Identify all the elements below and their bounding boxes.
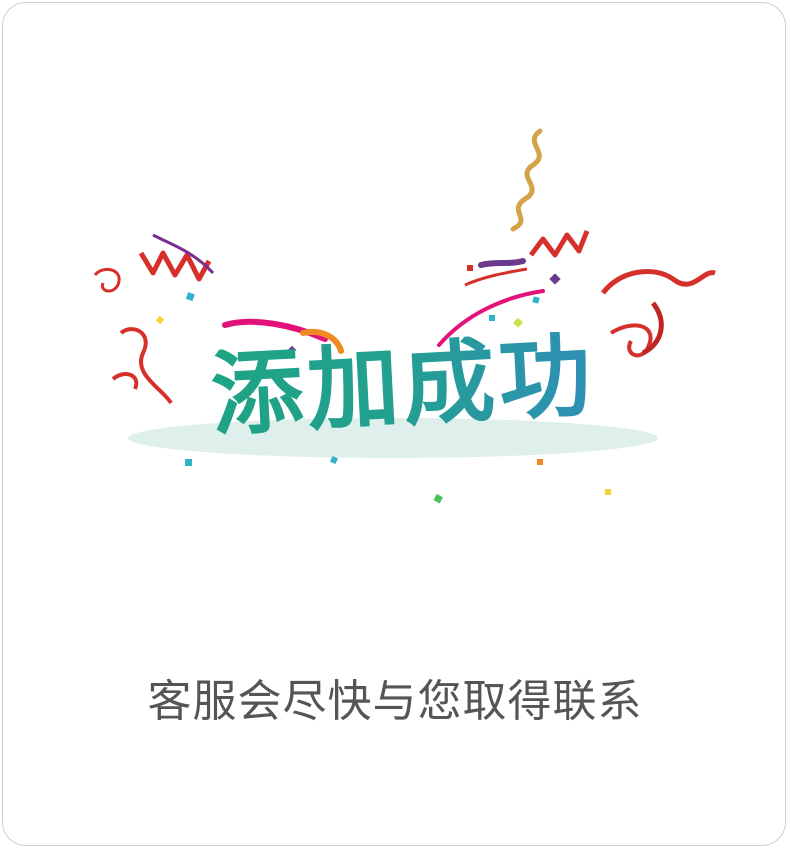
success-dialog: 添加成功 客服会尽快与您取得联系 <box>2 2 786 846</box>
success-title: 添加成功 <box>208 322 598 449</box>
success-title-wrap: 添加成功 <box>153 321 653 451</box>
celebration-confetti-icon <box>93 128 716 504</box>
contact-message: 客服会尽快与您取得联系 <box>147 676 643 727</box>
